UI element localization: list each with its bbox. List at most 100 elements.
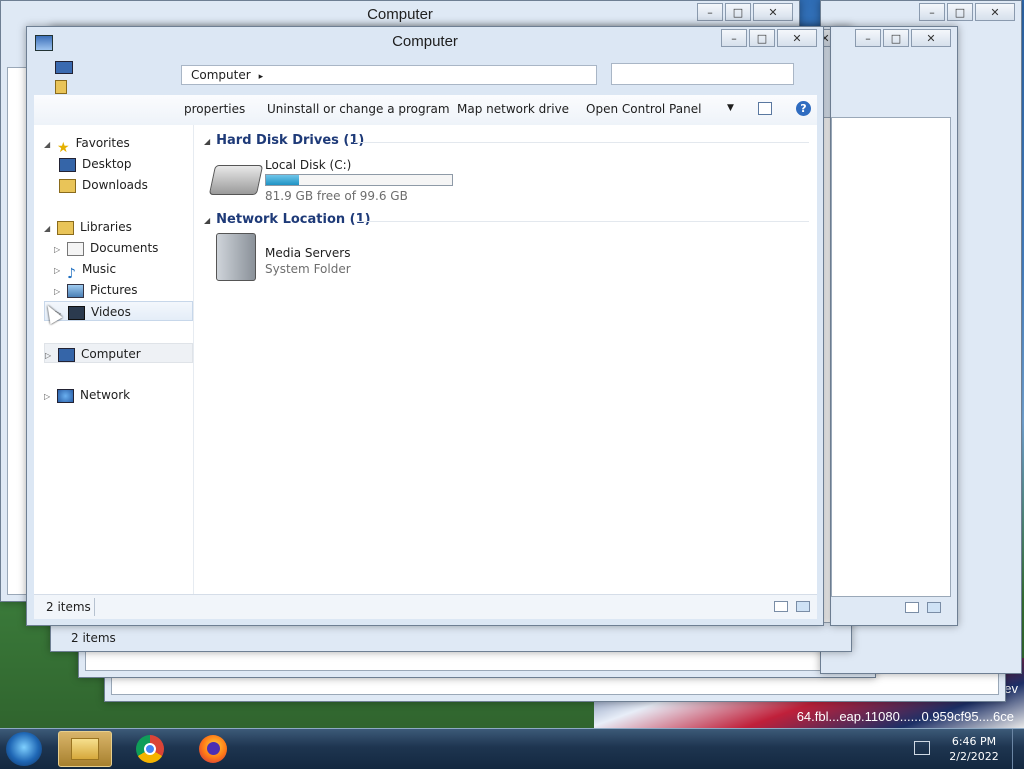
search-input[interactable]: [611, 63, 794, 85]
expand-icon[interactable]: ▷: [54, 240, 64, 260]
minimize-icon[interactable]: –: [697, 3, 723, 21]
nav-pictures-label: Pictures: [90, 283, 138, 297]
map-network-drive-button[interactable]: Map network drive: [457, 102, 569, 116]
media-servers-label[interactable]: Media Servers: [265, 246, 350, 260]
background-window-6[interactable]: – □ ✕: [830, 26, 958, 626]
desktop-icon: [59, 157, 76, 172]
command-bar: properties Uninstall or change a program…: [34, 95, 817, 126]
preview-pane-icon[interactable]: [758, 102, 772, 115]
maximize-icon[interactable]: □: [883, 29, 909, 47]
videos-icon: [68, 305, 85, 320]
nav-computer[interactable]: ▷ Computer: [44, 343, 193, 363]
clock-date: 2/2/2022: [949, 750, 999, 763]
nav-downloads-label: Downloads: [82, 178, 148, 192]
computer-window[interactable]: Computer – □ ✕ Computer ▸ properties Unin…: [26, 26, 824, 626]
navigation-pane: ◢ ★ Favorites Desktop Downloads ◢ Libraries…: [34, 125, 194, 594]
nav-libraries[interactable]: ◢ Libraries: [44, 217, 132, 237]
network-tray-icon[interactable]: [914, 741, 930, 755]
expand-icon[interactable]: ▷: [54, 261, 64, 281]
expand-icon[interactable]: ▷: [45, 346, 55, 366]
disk-usage-fill: [266, 175, 300, 185]
nav-music[interactable]: ▷ ♪ Music: [54, 259, 116, 282]
content-pane: ◢ Hard Disk Drives (1) Local Disk (C:) 81…: [194, 125, 817, 594]
nav-libraries-label: Libraries: [80, 220, 132, 234]
minimize-icon[interactable]: –: [855, 29, 881, 47]
expand-icon[interactable]: ▷: [44, 387, 54, 407]
expand-icon[interactable]: ▷: [54, 282, 64, 302]
firefox-icon: [199, 735, 227, 763]
clock-time: 6:46 PM: [951, 735, 997, 748]
close-icon[interactable]: ✕: [753, 3, 793, 21]
wallpaper-text-2: 64.fbl...eap.11080......0.959cf95....6ce: [796, 709, 1014, 724]
downloads-folder-icon: [59, 178, 76, 193]
view-details-icon[interactable]: [905, 602, 919, 613]
back-forward-icons[interactable]: [55, 61, 73, 94]
help-button[interactable]: ?: [796, 101, 811, 116]
documents-icon: [67, 241, 84, 256]
status-count: 2 items: [71, 631, 116, 645]
chevron-right-icon[interactable]: ▸: [259, 72, 264, 82]
large-icons-view-icon[interactable]: [796, 601, 810, 612]
nav-downloads[interactable]: Downloads: [56, 175, 148, 195]
nav-network-label: Network: [80, 388, 131, 402]
pictures-icon: [67, 283, 84, 298]
taskbar-chrome[interactable]: [123, 731, 177, 767]
close-icon[interactable]: ✕: [911, 29, 951, 47]
hard-disk-group-label: Hard Disk Drives (1): [216, 133, 365, 148]
maximize-button[interactable]: □: [749, 29, 775, 47]
network-icon: [57, 388, 74, 403]
properties-button[interactable]: properties: [184, 102, 245, 116]
window-title: Computer: [392, 33, 458, 50]
chevron-down-icon[interactable]: ▼: [727, 103, 734, 113]
taskbar-firefox[interactable]: [186, 731, 240, 767]
minimize-button[interactable]: –: [721, 29, 747, 47]
taskbar: 6:46 PM 2/2/2022: [0, 728, 1024, 769]
collapse-icon[interactable]: ◢: [44, 135, 54, 155]
uninstall-program-button[interactable]: Uninstall or change a program: [267, 102, 450, 116]
view-tiles-icon[interactable]: [927, 602, 941, 613]
disk-usage-bar: [265, 174, 453, 186]
nav-network[interactable]: ▷ Network: [44, 385, 130, 405]
hard-drive-icon[interactable]: [208, 165, 264, 195]
local-disk-label[interactable]: Local Disk (C:): [265, 158, 351, 172]
nav-computer-label: Computer: [81, 347, 141, 361]
nav-videos[interactable]: ▷ Videos: [44, 301, 193, 321]
nav-pictures[interactable]: ▷ Pictures: [54, 280, 138, 300]
close-button[interactable]: ✕: [777, 29, 817, 47]
folder-icon: [71, 738, 99, 760]
window-body: [831, 117, 951, 597]
minimize-icon[interactable]: –: [919, 3, 945, 21]
nav-documents[interactable]: ▷ Documents: [54, 238, 158, 258]
maximize-icon[interactable]: □: [725, 3, 751, 21]
taskbar-explorer[interactable]: [58, 731, 112, 767]
libraries-icon: [57, 220, 74, 235]
nav-desktop[interactable]: Desktop: [56, 154, 132, 174]
system-clock[interactable]: 6:46 PM 2/2/2022: [944, 734, 1004, 764]
nav-favorites[interactable]: ◢ ★ Favorites: [44, 133, 130, 156]
nav-favorites-label: Favorites: [75, 136, 130, 150]
media-server-icon[interactable]: [216, 233, 256, 281]
show-desktop-button[interactable]: [1012, 729, 1024, 769]
star-icon: ★: [57, 139, 70, 156]
start-button[interactable]: [6, 732, 42, 766]
nav-documents-label: Documents: [90, 241, 159, 255]
group-divider: [356, 221, 809, 222]
network-location-group-header[interactable]: ◢ Network Location (1): [204, 212, 371, 227]
maximize-icon[interactable]: □: [947, 3, 973, 21]
item-count: 2 items: [46, 600, 91, 614]
hard-disk-group-header[interactable]: ◢ Hard Disk Drives (1): [204, 133, 364, 148]
chrome-icon: [136, 735, 164, 763]
details-view-icon[interactable]: [774, 601, 788, 612]
status-bar: 2 items: [34, 594, 817, 619]
media-servers-type: System Folder: [265, 262, 351, 276]
collapse-icon[interactable]: ◢: [204, 216, 210, 225]
breadcrumb-computer[interactable]: Computer: [191, 68, 251, 82]
collapse-icon[interactable]: ◢: [204, 137, 210, 146]
address-bar[interactable]: Computer ▸: [181, 65, 597, 85]
music-icon: ♪: [67, 265, 76, 282]
folder-icon: [55, 80, 67, 94]
close-icon[interactable]: ✕: [975, 3, 1015, 21]
computer-nav-icon: [58, 347, 75, 362]
open-control-panel-button[interactable]: Open Control Panel: [586, 102, 701, 116]
collapse-icon[interactable]: ◢: [44, 219, 54, 239]
